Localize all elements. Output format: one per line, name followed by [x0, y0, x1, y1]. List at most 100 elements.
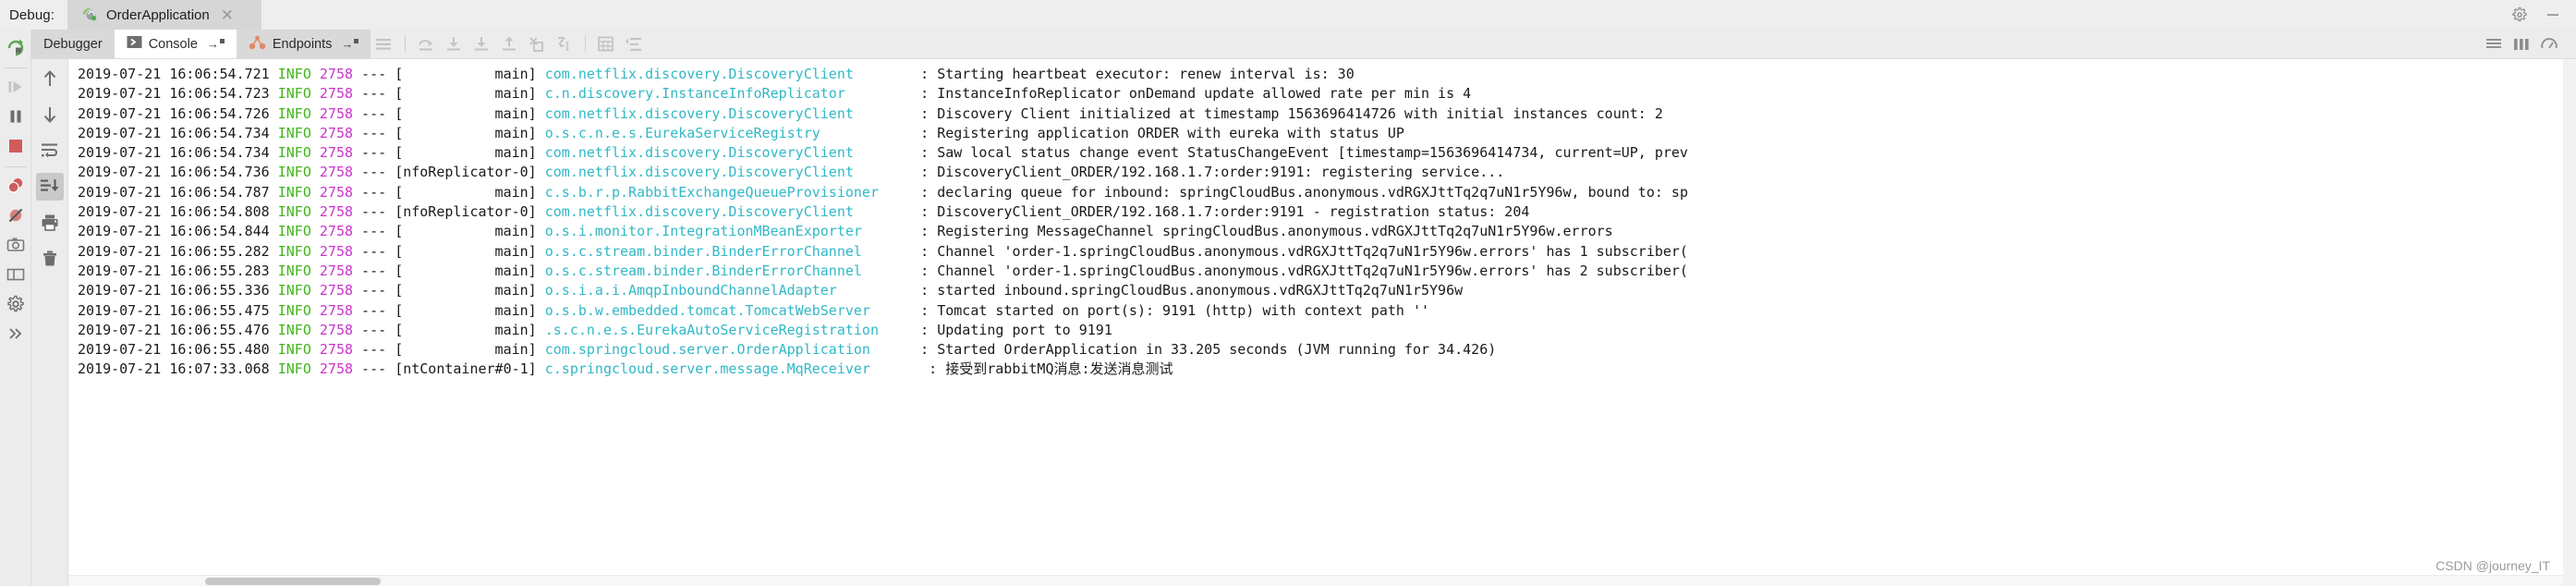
close-icon[interactable]: ✕	[217, 7, 234, 23]
camera-icon[interactable]	[2, 231, 30, 259]
run-to-cursor-button[interactable]	[551, 31, 578, 58]
evaluate-expression-button[interactable]	[592, 31, 620, 58]
minimize-icon[interactable]	[2545, 6, 2561, 23]
view-breakpoints-button[interactable]	[2, 172, 30, 200]
debug-panel-body: Debugger Console → Endpoints → 2019-07-2…	[0, 30, 2576, 586]
log-line: 2019-07-21 16:06:55.475 INFO 2758 --- [ …	[78, 301, 2563, 321]
log-thread: [ main]	[395, 341, 545, 359]
settings-button[interactable]	[2, 290, 30, 318]
log-line: 2019-07-21 16:06:54.734 INFO 2758 --- [ …	[78, 143, 2563, 163]
chevrons-right-icon[interactable]	[2, 320, 30, 348]
stop-button[interactable]	[2, 132, 30, 160]
log-level: INFO	[277, 301, 311, 319]
log-dash: ---	[353, 341, 395, 359]
log-message: : InstanceInfoReplicator onDemand update…	[844, 85, 1472, 103]
gauge-icon[interactable]	[2535, 31, 2563, 58]
log-level: INFO	[277, 144, 311, 162]
log-dash: ---	[353, 124, 395, 141]
log-logger: com.netflix.discovery.DiscoveryClient	[544, 164, 854, 181]
drop-frame-button[interactable]	[523, 31, 551, 58]
log-pid: 2758	[310, 262, 354, 279]
log-dash: ---	[353, 360, 395, 378]
clear-all-button[interactable]	[36, 245, 64, 273]
log-thread: [ntContainer#0-1]	[395, 360, 545, 378]
log-pid: 2758	[310, 183, 354, 201]
sort-button[interactable]	[620, 31, 648, 58]
mute-breakpoints-button[interactable]	[2, 201, 30, 229]
log-dash: ---	[353, 301, 395, 319]
log-timestamp: 2019-07-21 16:06:54.734	[78, 124, 278, 141]
force-step-into-button[interactable]	[468, 31, 495, 58]
log-message: : 接受到rabbitMQ消息:发送消息测试	[869, 360, 1173, 378]
log-message: : Started OrderApplication in 33.205 sec…	[869, 341, 1497, 359]
scrollbar-thumb[interactable]	[205, 578, 381, 585]
list-view-button[interactable]	[2480, 31, 2508, 58]
columns-view-button[interactable]	[2508, 31, 2535, 58]
log-timestamp: 2019-07-21 16:06:54.734	[78, 144, 278, 162]
toolbar-divider	[405, 35, 407, 53]
endpoints-icon	[249, 35, 266, 54]
log-logger: c.s.b.r.p.RabbitExchangeQueueProvisioner	[544, 183, 879, 201]
log-pid: 2758	[310, 341, 354, 359]
scroll-down-button[interactable]	[36, 101, 64, 128]
rerun-button[interactable]	[2, 33, 30, 61]
log-thread: [ main]	[395, 282, 545, 299]
layout-settings-button[interactable]	[371, 31, 398, 58]
log-logger: com.springcloud.server.OrderApplication	[544, 341, 870, 359]
tab-debugger[interactable]: Debugger	[31, 30, 115, 58]
resume-program-button[interactable]	[2, 73, 30, 101]
step-out-button[interactable]	[495, 31, 523, 58]
log-thread: [ main]	[395, 242, 545, 260]
titlebar-spacer	[261, 0, 2502, 30]
toolbar-divider	[585, 35, 587, 53]
log-pid: 2758	[310, 223, 354, 240]
log-line: 2019-07-21 16:06:54.808 INFO 2758 --- [n…	[78, 202, 2563, 222]
pause-program-button[interactable]	[2, 103, 30, 130]
log-line: 2019-07-21 16:06:54.787 INFO 2758 --- [ …	[78, 183, 2563, 202]
log-line: 2019-07-21 16:06:54.726 INFO 2758 --- [ …	[78, 104, 2563, 124]
log-level: INFO	[277, 164, 311, 181]
log-message: : Channel 'order-1.springCloudBus.anonym…	[861, 262, 1688, 279]
debug-actions-rail	[0, 30, 31, 586]
tab-console-pin-icon[interactable]: →	[207, 37, 225, 51]
gear-icon[interactable]	[2511, 6, 2528, 23]
layout-icon[interactable]	[2, 261, 30, 288]
log-line: 2019-07-21 16:06:55.336 INFO 2758 --- [ …	[78, 281, 2563, 300]
console-area: 2019-07-21 16:06:54.721 INFO 2758 --- [ …	[31, 59, 2576, 586]
tab-endpoints-label: Endpoints	[272, 36, 333, 52]
log-message: : Saw local status change event StatusCh…	[853, 144, 1688, 162]
console-horizontal-scrollbar[interactable]	[68, 575, 2563, 586]
log-dash: ---	[353, 242, 395, 260]
log-thread: [ main]	[395, 124, 545, 141]
scroll-up-button[interactable]	[36, 65, 64, 92]
soft-wrap-button[interactable]	[36, 137, 64, 165]
rail-divider	[4, 67, 27, 68]
print-button[interactable]	[36, 209, 64, 237]
step-into-button[interactable]	[440, 31, 468, 58]
console-output[interactable]: 2019-07-21 16:06:54.721 INFO 2758 --- [ …	[68, 59, 2563, 586]
debug-content-column: Debugger Console → Endpoints → 2019-07-2…	[31, 30, 2576, 586]
tab-console[interactable]: Console →	[114, 30, 237, 58]
log-dash: ---	[353, 66, 395, 82]
log-message: : Registering application ORDER with eur…	[820, 124, 1404, 141]
log-logger: com.netflix.discovery.DiscoveryClient	[544, 66, 854, 82]
log-level: INFO	[277, 183, 311, 201]
log-pid: 2758	[310, 282, 354, 299]
log-message: : Channel 'order-1.springCloudBus.anonym…	[861, 242, 1688, 260]
log-logger: o.s.b.w.embedded.tomcat.TomcatWebServer	[544, 301, 870, 319]
log-level: INFO	[277, 321, 311, 338]
debug-tabs-toolbar: Debugger Console → Endpoints →	[31, 30, 2576, 59]
tab-endpoints-pin-icon[interactable]: →	[341, 37, 359, 51]
log-line: 2019-07-21 16:06:54.721 INFO 2758 --- [ …	[78, 65, 2563, 84]
log-thread: [nfoReplicator-0]	[395, 203, 545, 221]
run-configuration-tab[interactable]: OrderApplication ✕	[67, 0, 261, 30]
log-timestamp: 2019-07-21 16:06:55.336	[78, 282, 278, 299]
scroll-to-end-button[interactable]	[35, 173, 64, 201]
log-thread: [ main]	[395, 223, 545, 240]
step-over-button[interactable]	[412, 31, 440, 58]
log-logger: o.s.c.stream.binder.BinderErrorChannel	[544, 242, 862, 260]
log-message: : Starting heartbeat executor: renew int…	[853, 66, 1355, 82]
tab-endpoints[interactable]: Endpoints →	[236, 30, 371, 58]
log-level: INFO	[277, 360, 311, 378]
